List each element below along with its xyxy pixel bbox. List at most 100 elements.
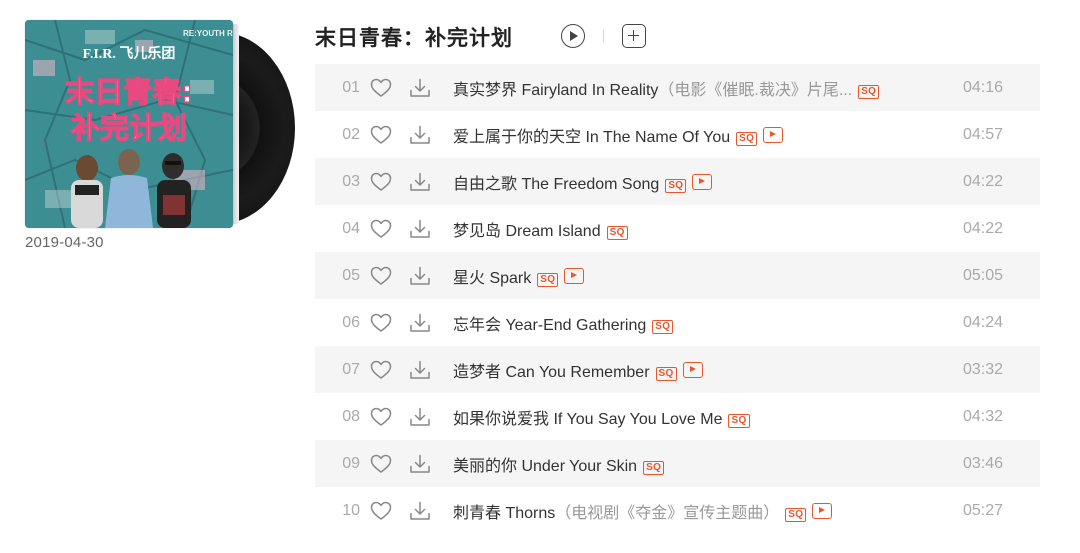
download-icon[interactable] — [409, 266, 431, 286]
track-number: 09 — [342, 454, 360, 472]
download-icon[interactable] — [409, 360, 431, 380]
download-icon[interactable] — [409, 219, 431, 239]
track-title-text: 忘年会 Year-End Gathering — [453, 316, 647, 334]
heart-icon[interactable] — [370, 501, 392, 521]
album-cover[interactable]: RE:YOUTH RE:YOUTH F.I.R. 飞儿乐团 末日青春: 补完计划 — [25, 20, 233, 228]
track-row[interactable]: 06 忘年会 Year-End Gathering SQ 04:24 — [315, 299, 1040, 346]
track-title[interactable]: 真实梦界 Fairyland In Reality（电影《催眠.裁决》片尾...… — [453, 76, 880, 100]
track-title[interactable]: 刺青春 Thorns（电视剧《夺金》宣传主题曲） SQ — [453, 499, 833, 523]
track-number: 01 — [342, 78, 360, 96]
track-number: 08 — [342, 407, 360, 425]
track-title-text: 星火 Spark — [453, 269, 532, 287]
track-duration: 04:24 — [962, 313, 1003, 331]
download-icon[interactable] — [409, 125, 431, 145]
heart-icon[interactable] — [370, 407, 392, 427]
track-row[interactable]: 09 美丽的你 Under Your Skin SQ 03:46 — [315, 440, 1040, 487]
track-row[interactable]: 01 真实梦界 Fairyland In Reality（电影《催眠.裁决》片尾.… — [315, 64, 1040, 111]
play-all-button[interactable] — [561, 24, 585, 48]
sq-quality-badge: SQ — [736, 131, 758, 146]
track-title-text: 刺青春 Thorns — [453, 504, 556, 522]
track-number: 04 — [342, 219, 360, 237]
cover-title-line1: 末日青春: — [65, 75, 193, 109]
sq-quality-badge: SQ — [858, 84, 880, 99]
track-title[interactable]: 星火 Spark SQ — [453, 264, 585, 288]
track-duration: 04:32 — [962, 407, 1003, 425]
track-row[interactable]: 02 爱上属于你的天空 In The Name Of You SQ 04:57 — [315, 111, 1040, 158]
heart-icon[interactable] — [370, 219, 392, 239]
album-cover-wrap[interactable]: RE:YOUTH RE:YOUTH F.I.R. 飞儿乐团 末日青春: 补完计划 — [25, 20, 295, 230]
track-title[interactable]: 美丽的你 Under Your Skin SQ — [453, 452, 665, 476]
mv-play-icon[interactable] — [692, 173, 713, 190]
track-title-text: 爱上属于你的天空 In The Name Of You — [453, 128, 731, 146]
heart-icon[interactable] — [370, 125, 392, 145]
track-title[interactable]: 自由之歌 The Freedom Song SQ — [453, 170, 713, 194]
sq-quality-badge: SQ — [643, 460, 665, 475]
band-members-photo — [71, 149, 191, 228]
track-duration: 04:57 — [962, 125, 1003, 143]
track-title[interactable]: 如果你说爱我 If You Say You Love Me SQ — [453, 405, 750, 429]
track-row[interactable]: 05 星火 Spark SQ 05:05 — [315, 252, 1040, 299]
track-number: 07 — [342, 360, 360, 378]
mv-play-icon[interactable] — [763, 126, 784, 143]
heart-icon[interactable] — [370, 454, 392, 474]
header-divider — [603, 30, 604, 42]
album-detail-page: RE:YOUTH RE:YOUTH F.I.R. 飞儿乐团 末日青春: 补完计划 — [0, 0, 1080, 553]
download-icon[interactable] — [409, 172, 431, 192]
track-duration: 05:05 — [962, 266, 1003, 284]
track-title-text: 自由之歌 The Freedom Song — [453, 175, 660, 193]
mv-play-icon[interactable] — [564, 267, 585, 284]
track-number: 06 — [342, 313, 360, 331]
heart-icon[interactable] — [370, 266, 392, 286]
track-number: 03 — [342, 172, 360, 190]
sq-quality-badge: SQ — [655, 366, 677, 381]
album-title: 末日青春：补完计划 — [315, 27, 513, 50]
track-row[interactable]: 04 梦见岛 Dream Island SQ 04:22 — [315, 205, 1040, 252]
track-duration: 03:32 — [962, 360, 1003, 378]
sq-quality-badge: SQ — [537, 272, 559, 287]
track-row[interactable]: 10 刺青春 Thorns（电视剧《夺金》宣传主题曲） SQ 05:27 — [315, 487, 1040, 534]
track-list: 01 真实梦界 Fairyland In Reality（电影《催眠.裁决》片尾.… — [315, 64, 1040, 534]
track-title[interactable]: 造梦者 Can You Remember SQ — [453, 358, 703, 382]
track-note: （电视剧《夺金》宣传主题曲） — [555, 504, 780, 522]
track-title-text: 真实梦界 Fairyland In Reality — [453, 81, 659, 99]
sq-quality-badge: SQ — [606, 225, 628, 240]
download-icon[interactable] — [409, 313, 431, 333]
heart-icon[interactable] — [370, 172, 392, 192]
sq-quality-badge: SQ — [652, 319, 674, 334]
track-title-text: 如果你说爱我 If You Say You Love Me — [453, 410, 723, 428]
release-date: 2019-04-30 — [25, 234, 104, 251]
track-duration: 05:27 — [962, 501, 1003, 519]
track-number: 05 — [342, 266, 360, 284]
cover-side-text: RE:YOUTH RE:YOUTH — [183, 29, 233, 38]
track-row[interactable]: 08 如果你说爱我 If You Say You Love Me SQ 04:32 — [315, 393, 1040, 440]
download-icon[interactable] — [409, 501, 431, 521]
mv-play-icon[interactable] — [682, 361, 703, 378]
heart-icon[interactable] — [370, 78, 392, 98]
heart-icon[interactable] — [370, 313, 392, 333]
track-number: 02 — [342, 125, 360, 143]
add-to-playlist-button[interactable] — [622, 24, 646, 48]
sq-quality-badge: SQ — [665, 178, 687, 193]
download-icon[interactable] — [409, 407, 431, 427]
download-icon[interactable] — [409, 78, 431, 98]
track-duration: 04:22 — [962, 219, 1003, 237]
cover-title-line2: 补完计划 — [71, 111, 187, 145]
track-title-text: 美丽的你 Under Your Skin — [453, 457, 638, 475]
cover-edge — [233, 24, 239, 224]
track-duration: 04:16 — [962, 78, 1003, 96]
track-number: 10 — [342, 501, 360, 519]
track-row[interactable]: 07 造梦者 Can You Remember SQ 03:32 — [315, 346, 1040, 393]
track-title[interactable]: 忘年会 Year-End Gathering SQ — [453, 311, 674, 335]
track-title[interactable]: 爱上属于你的天空 In The Name Of You SQ — [453, 123, 784, 147]
track-title[interactable]: 梦见岛 Dream Island SQ — [453, 217, 628, 241]
heart-icon[interactable] — [370, 360, 392, 380]
cover-band-logo: F.I.R. 飞儿乐团 — [83, 45, 176, 62]
track-row[interactable]: 03 自由之歌 The Freedom Song SQ 04:22 — [315, 158, 1040, 205]
download-icon[interactable] — [409, 454, 431, 474]
sq-quality-badge: SQ — [728, 413, 750, 428]
track-duration: 03:46 — [962, 454, 1003, 472]
track-title-text: 造梦者 Can You Remember — [453, 363, 650, 381]
album-cover-art: RE:YOUTH RE:YOUTH F.I.R. 飞儿乐团 末日青春: 补完计划 — [25, 20, 233, 228]
track-note: （电影《催眠.裁决》片尾... — [658, 81, 853, 99]
mv-play-icon[interactable] — [812, 502, 833, 519]
